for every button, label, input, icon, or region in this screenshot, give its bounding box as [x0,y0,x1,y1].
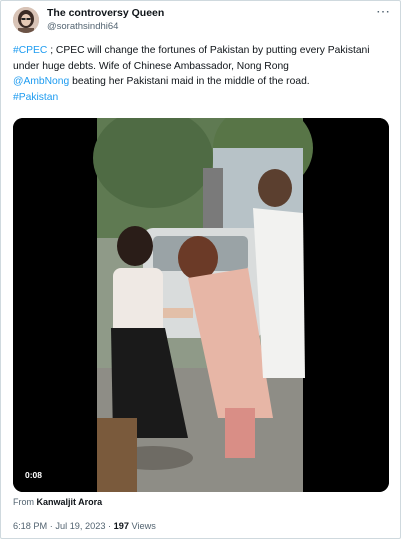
separator: · [105,521,114,531]
tweet-text-part: beating her Pakistani maid in the middle… [69,76,310,87]
views-label: Views [128,521,156,531]
tweet-time[interactable]: 6:18 PM [13,521,47,531]
more-horizontal-icon[interactable]: ⋯ [376,3,390,20]
author-handle[interactable]: @sorathsindhi64 [47,21,118,32]
hashtag-link[interactable]: #CPEC [13,45,47,56]
tweet-text-part: ; CPEC will change the fortunes of Pakis… [13,45,370,72]
author-name[interactable]: The controversy Queen [47,7,164,19]
source-name[interactable]: Kanwaljit Arora [37,497,103,507]
tweet-card: The controversy Queen @sorathsindhi64 ⋯ … [0,0,401,539]
tweet-meta: 6:18 PM · Jul 19, 2023 · 197 Views [13,521,156,531]
source-prefix: From [13,497,37,507]
source-attribution: From Kanwaljit Arora [13,497,102,507]
tweet-date[interactable]: Jul 19, 2023 [55,521,105,531]
video-player[interactable]: 0:08 [13,118,389,492]
mention-link[interactable]: @AmbNong [13,76,69,87]
hashtag-link[interactable]: #Pakistan [13,92,58,103]
video-frame [13,118,389,492]
avatar[interactable] [13,7,39,33]
views-count: 197 [113,521,129,531]
video-duration: 0:08 [21,468,47,482]
tweet-text: #CPEC ; CPEC will change the fortunes of… [13,43,391,105]
